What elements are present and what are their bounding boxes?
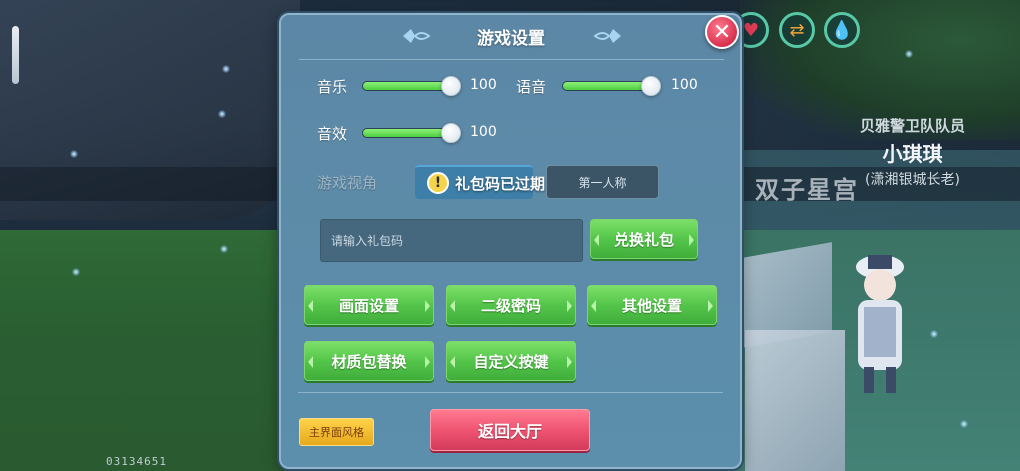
voice-slider[interactable] xyxy=(562,76,661,96)
title-ornament-right-icon xyxy=(593,29,621,43)
secondary-password-button[interactable]: 二级密码 xyxy=(446,285,576,325)
firefly-light xyxy=(905,50,913,58)
npc-name: 小琪琪 xyxy=(882,142,943,166)
close-button[interactable]: ✕ xyxy=(705,15,739,49)
firefly-light xyxy=(222,65,230,73)
firefly-light xyxy=(218,110,226,118)
toast-message: ! 礼包码已过期 xyxy=(419,166,553,200)
title-ornament-left-icon xyxy=(403,29,431,43)
toast-text: 礼包码已过期 xyxy=(455,174,546,193)
music-slider[interactable] xyxy=(362,76,461,96)
npc-nameplate: 贝雅警卫队队员 小琪琪 (潇湘银城长老) xyxy=(830,115,995,189)
voice-slider-fill xyxy=(563,82,651,90)
firefly-light xyxy=(220,245,228,253)
npc-title: (潇湘银城长老) xyxy=(865,172,960,188)
voice-label: 语音 xyxy=(516,78,547,96)
music-value: 100 xyxy=(470,77,497,93)
gift-code-placeholder: 请输入礼包码 xyxy=(331,234,404,248)
firefly-light xyxy=(72,268,80,276)
warning-icon: ! xyxy=(427,172,449,194)
sfx-slider-knob[interactable] xyxy=(441,123,461,143)
redeem-gift-label: 兑换礼包 xyxy=(613,230,674,249)
ui-style-label: 主界面风格 xyxy=(309,426,364,439)
stone-block xyxy=(745,330,845,471)
custom-keys-label: 自定义按键 xyxy=(473,352,549,371)
music-slider-fill xyxy=(363,82,451,90)
other-settings-label: 其他设置 xyxy=(621,296,682,315)
texture-pack-label: 材质包替换 xyxy=(331,352,407,371)
return-lobby-label: 返回大厅 xyxy=(477,422,542,441)
graphics-settings-label: 画面设置 xyxy=(338,296,399,315)
music-slider-knob[interactable] xyxy=(441,76,461,96)
view-label: 游戏视角 xyxy=(317,174,378,192)
npc-role: 贝雅警卫队队员 xyxy=(859,117,965,135)
gift-code-input[interactable]: 请输入礼包码 xyxy=(320,219,583,262)
other-settings-button[interactable]: 其他设置 xyxy=(587,285,717,325)
sfx-slider-fill xyxy=(363,129,451,137)
redeem-gift-button[interactable]: 兑换礼包 xyxy=(590,219,698,259)
secondary-password-label: 二级密码 xyxy=(480,296,541,315)
swap-icon[interactable]: ⇄ xyxy=(779,12,815,48)
view-first-person-button[interactable]: 第一人称 xyxy=(546,165,659,199)
texture-pack-button[interactable]: 材质包替换 xyxy=(304,341,434,381)
side-handle[interactable] xyxy=(12,26,19,84)
sfx-label: 音效 xyxy=(317,125,348,143)
sfx-value: 100 xyxy=(470,124,497,140)
footer-divider xyxy=(298,392,723,393)
firefly-light xyxy=(70,150,78,158)
first-person-label: 第一人称 xyxy=(578,175,627,190)
drop-icon[interactable]: 💧 xyxy=(824,12,860,48)
npc-character[interactable] xyxy=(840,245,920,395)
custom-keys-button[interactable]: 自定义按键 xyxy=(446,341,576,381)
music-label: 音乐 xyxy=(317,78,348,96)
sfx-slider[interactable] xyxy=(362,123,461,143)
title-divider xyxy=(299,59,724,60)
ui-style-button[interactable]: 主界面风格 xyxy=(299,418,374,446)
voice-slider-knob[interactable] xyxy=(641,76,661,96)
player-uid: 03134651 xyxy=(106,455,167,468)
firefly-light xyxy=(930,330,938,338)
firefly-light xyxy=(960,420,968,428)
voice-value: 100 xyxy=(671,77,698,93)
close-icon: ✕ xyxy=(712,19,732,45)
return-lobby-button[interactable]: 返回大厅 xyxy=(430,409,590,451)
dialog-title: 游戏设置 xyxy=(477,29,545,49)
graphics-settings-button[interactable]: 画面设置 xyxy=(304,285,434,325)
